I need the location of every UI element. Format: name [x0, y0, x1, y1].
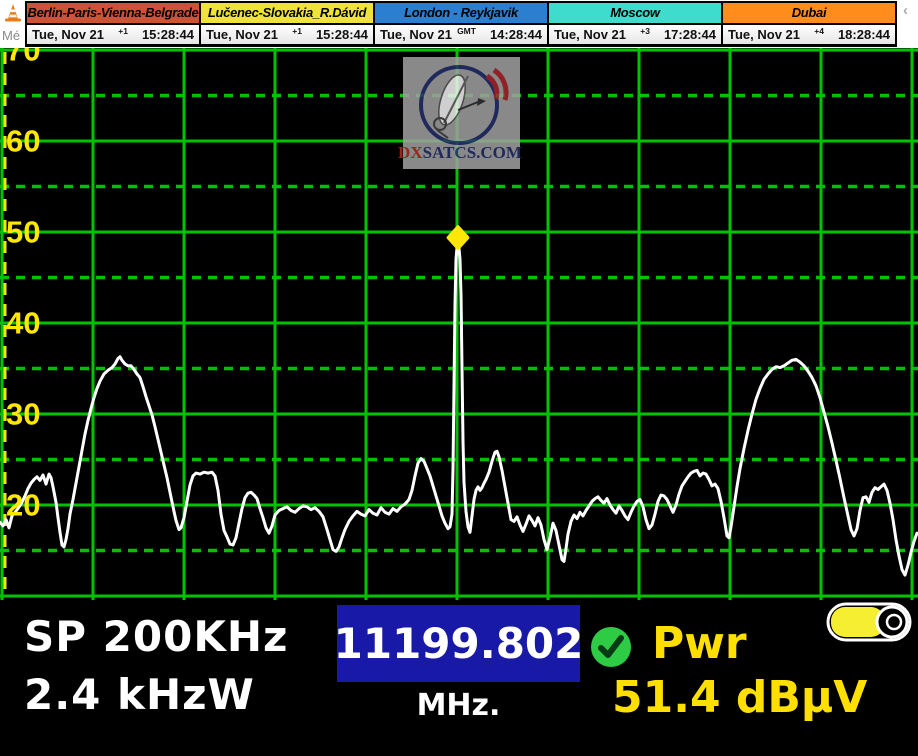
world-clock-panels: Berlin-Paris-Vienna-Belgrade Tue, Nov 21… [25, 1, 897, 47]
clock-date: Tue, Nov 21 [206, 27, 278, 42]
clock-time-row: Tue, Nov 21 +1 15:28:44 [27, 25, 199, 44]
watermark-text: DXSATCS.COM [398, 143, 522, 162]
clock-time-value: 17:28:44 [664, 27, 716, 42]
vlc-cone-icon [3, 2, 23, 24]
clockbar-end: ‹ [897, 0, 918, 48]
frequency-box: 11199.802 [337, 605, 580, 682]
y-axis-tick-label: 20 [6, 488, 40, 523]
clock-panel-berlin: Berlin-Paris-Vienna-Belgrade Tue, Nov 21… [27, 3, 199, 45]
clock-time-row: Tue, Nov 21 +3 17:28:44 [549, 25, 721, 44]
readout-panel: SP 200KHz 2.4 kHzW 11199.802 MHz. Pwr 51… [0, 600, 918, 756]
clock-city: Dubai [723, 3, 895, 23]
check-icon [589, 625, 633, 669]
frequency-value: 11199.802 [334, 619, 584, 668]
clock-city: London - Reykjavik [375, 3, 547, 23]
frequency-unit: MHz. [337, 688, 580, 723]
peak-marker-icon [448, 227, 468, 249]
clock-panel-dubai: Dubai Tue, Nov 21 +4 18:28:44 [723, 3, 895, 45]
clock-time-row: Tue, Nov 21 +1 15:28:44 [201, 25, 373, 44]
clock-tz-offset: +1 [292, 26, 302, 36]
y-axis-tick-label: 40 [6, 306, 40, 341]
clock-panel-lucenec: Lučenec-Slovakia_R.Dávid Tue, Nov 21 +1 … [201, 3, 373, 45]
clock-city: Berlin-Paris-Vienna-Belgrade [27, 3, 199, 23]
clock-tz-offset: +4 [814, 26, 824, 36]
rbw-readout: 2.4 kHzW [24, 670, 255, 719]
collapse-chevron-icon[interactable]: ‹ [903, 2, 908, 19]
clock-tz-offset: +1 [118, 26, 128, 36]
clock-time-value: 15:28:44 [142, 27, 194, 42]
vlc-toolbar-fragment: Mé [0, 0, 25, 48]
clock-city: Lučenec-Slovakia_R.Dávid [201, 3, 373, 23]
clock-date: Tue, Nov 21 [32, 27, 104, 42]
clock-time-row: Tue, Nov 21 GMT 14:28:44 [375, 25, 547, 44]
clock-city: Moscow [549, 3, 721, 23]
power-value: 51.4 dBµV [612, 672, 867, 723]
clock-time-value: 18:28:44 [838, 27, 890, 42]
clock-tz-offset: GMT [457, 26, 476, 36]
power-label: Pwr [652, 618, 747, 669]
clock-panel-moscow: Moscow Tue, Nov 21 +3 17:28:44 [549, 3, 721, 45]
y-axis-tick-label: 30 [6, 397, 40, 432]
battery-icon [826, 601, 918, 643]
spectrum-display: DXSATCS.COM 70 60 50 40 30 20 [0, 48, 918, 600]
clock-date: Tue, Nov 21 [380, 27, 452, 42]
clock-bar: Mé Berlin-Paris-Vienna-Belgrade Tue, Nov… [0, 0, 918, 48]
dxsatcs-watermark: DXSATCS.COM [398, 57, 522, 169]
clock-time-value: 15:28:44 [316, 27, 368, 42]
media-menu-label[interactable]: Mé [2, 28, 20, 43]
y-axis-tick-label: 50 [6, 215, 40, 250]
clock-panel-london: London - Reykjavik Tue, Nov 21 GMT 14:28… [375, 3, 547, 45]
clock-time-value: 14:28:44 [490, 27, 542, 42]
clock-date: Tue, Nov 21 [728, 27, 800, 42]
clock-tz-offset: +3 [640, 26, 650, 36]
y-axis-tick-label: 60 [6, 124, 40, 159]
clock-time-row: Tue, Nov 21 +4 18:28:44 [723, 25, 895, 44]
clock-date: Tue, Nov 21 [554, 27, 626, 42]
span-readout: SP 200KHz [24, 612, 288, 661]
y-axis-tick-label: 70 [6, 48, 40, 68]
